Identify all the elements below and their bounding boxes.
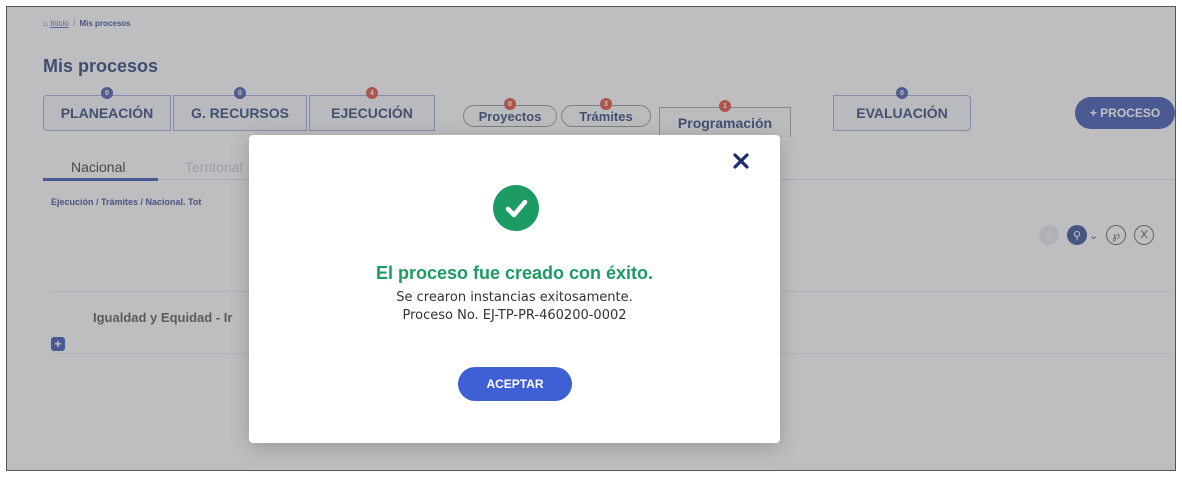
success-dialog: El proceso fue creado con éxito. Se crea… [249, 135, 780, 443]
close-icon[interactable] [729, 149, 753, 173]
dialog-title: El proceso fue creado con éxito. [375, 263, 654, 283]
app-window: ⌂ Inicio / Mis procesos Mis procesos 0 P… [6, 6, 1176, 471]
check-circle-icon [493, 185, 539, 231]
accept-button[interactable]: ACEPTAR [458, 367, 572, 401]
process-number: Proceso No. EJ-TP-PR-460200-0002 [402, 308, 627, 323]
dialog-message: Se crearon instancias exitosamente. [396, 290, 633, 305]
